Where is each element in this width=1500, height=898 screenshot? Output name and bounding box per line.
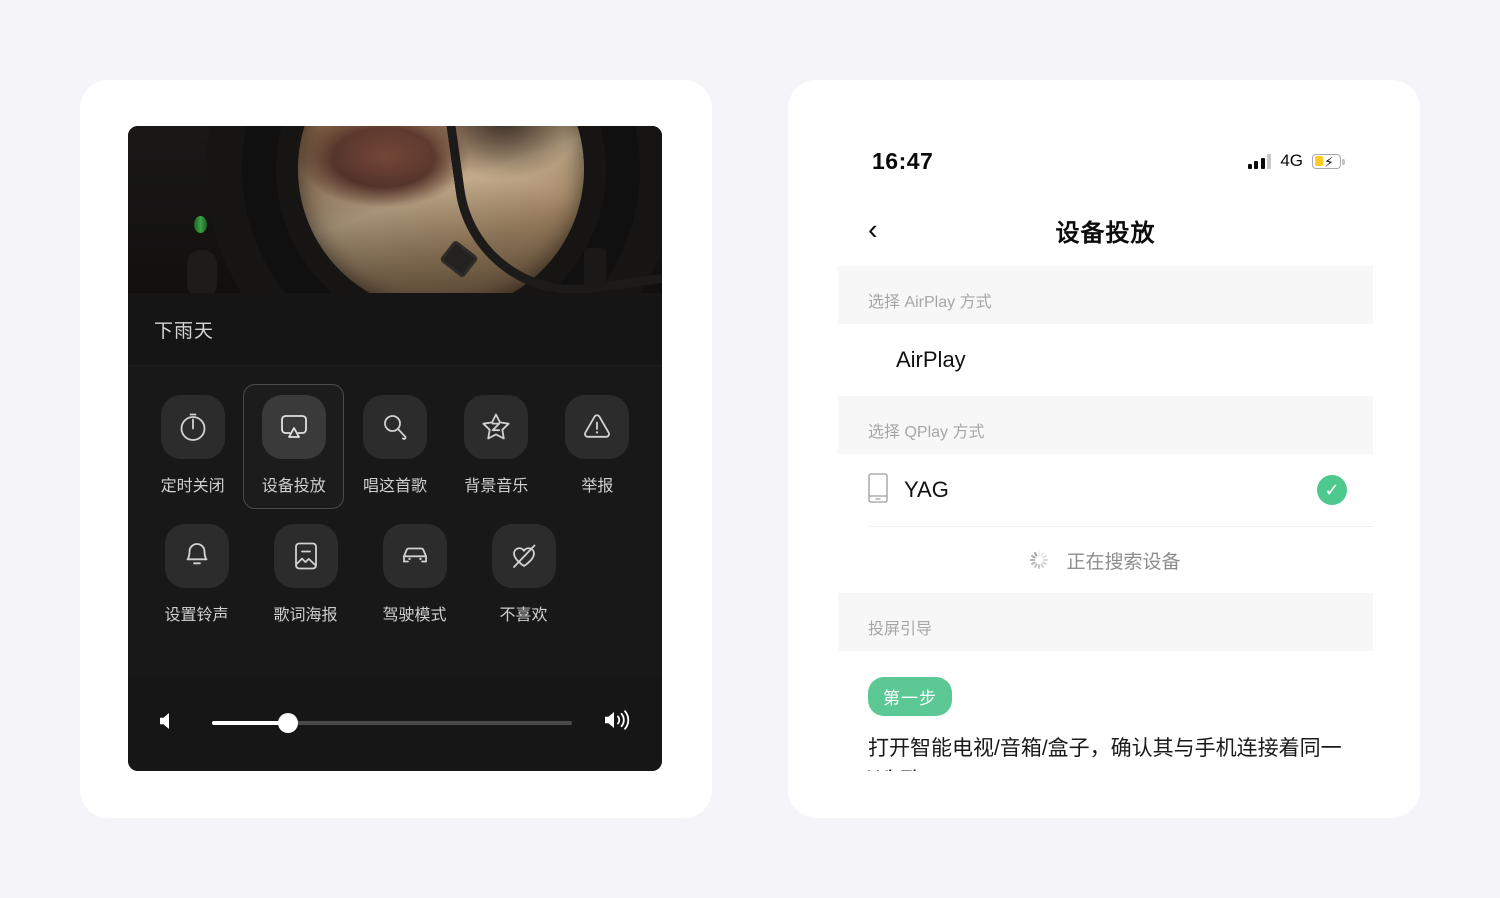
action-label: 唱这首歌 xyxy=(363,478,428,495)
action-row-2: 设置铃声 歌词海报 驾驶模式 不喜欢 xyxy=(142,513,648,638)
searching-status-row: 正在搜索设备 xyxy=(838,527,1373,593)
nav-bar: ‹ 设备投放 xyxy=(838,194,1373,266)
action-label: 设置铃声 xyxy=(164,607,229,624)
volume-fill xyxy=(212,721,288,725)
guide-block: 第一步 打开智能电视/音箱/盒子，确认其与手机连接着同一Wi-Fi xyxy=(838,651,1373,771)
microphone-icon xyxy=(363,395,427,459)
action-label: 背景音乐 xyxy=(464,478,529,495)
action-timer[interactable]: 定时关闭 xyxy=(142,384,243,509)
action-label: 举报 xyxy=(581,478,614,495)
status-time: 16:47 xyxy=(872,147,934,174)
lightning-bolt-icon: ⚡ xyxy=(1324,153,1334,170)
action-lyric-poster[interactable]: 歌词海报 xyxy=(251,513,360,638)
action-driving-mode[interactable]: 驾驶模式 xyxy=(360,513,469,638)
warning-icon xyxy=(565,395,630,459)
guide-section-header: 投屏引导 xyxy=(838,593,1373,651)
battery-charging-icon: ⚡ xyxy=(1312,153,1345,170)
list-item-yag[interactable]: YAG ✓ xyxy=(838,454,1373,526)
action-grid: 定时关闭 设备投放 唱这首歌 背景音乐 举报 设置铃声 歌词海报 驾驶模式 不喜… xyxy=(128,366,662,675)
qplay-list: YAG ✓ 正在搜索设备 xyxy=(838,454,1373,593)
chevron-left-icon[interactable]: ‹ xyxy=(868,215,878,245)
artwork-switch xyxy=(584,248,606,288)
airplay-list: AirPlay xyxy=(838,324,1373,396)
action-label: 驾驶模式 xyxy=(382,607,447,624)
yag-label: YAG xyxy=(904,477,949,502)
image-poster-icon xyxy=(273,524,338,588)
phone-device-icon xyxy=(868,472,888,508)
action-dislike[interactable]: 不喜欢 xyxy=(469,513,578,638)
yag-row-main: YAG xyxy=(868,472,1317,508)
airplay-row-main: AirPlay xyxy=(868,347,1347,373)
action-label: 不喜欢 xyxy=(499,607,548,624)
settings-list: 选择 AirPlay 方式 AirPlay 选择 QPlay 方式 YAG ✓ … xyxy=(838,266,1373,771)
action-label: 歌词海报 xyxy=(273,607,338,624)
action-sing-song[interactable]: 唱这首歌 xyxy=(344,384,445,509)
list-item-airplay[interactable]: AirPlay xyxy=(838,324,1373,396)
airplay-section-header: 选择 AirPlay 方式 xyxy=(838,266,1373,324)
airplay-label: AirPlay xyxy=(896,347,966,372)
qplay-section-header: 选择 QPlay 方式 xyxy=(838,396,1373,454)
action-report[interactable]: 举报 xyxy=(547,384,648,509)
star-z-icon xyxy=(464,395,529,459)
timer-icon xyxy=(160,395,225,459)
status-bar: 16:47 4G ⚡ xyxy=(838,128,1373,194)
action-set-ringtone[interactable]: 设置铃声 xyxy=(142,513,251,638)
volume-thumb[interactable] xyxy=(277,713,298,733)
action-label: 设备投放 xyxy=(261,478,326,495)
status-indicators: 4G ⚡ xyxy=(1247,151,1345,171)
song-title: 下雨天 xyxy=(154,320,215,342)
action-cast-device[interactable]: 设备投放 xyxy=(243,384,345,509)
bell-icon xyxy=(164,524,229,588)
check-circle-icon: ✓ xyxy=(1317,475,1347,505)
page-title: 设备投放 xyxy=(1055,219,1156,247)
volume-low-icon[interactable] xyxy=(156,708,182,739)
cast-device-icon xyxy=(261,395,326,459)
network-label: 4G xyxy=(1280,151,1303,170)
song-title-bar: 下雨天 xyxy=(128,293,662,366)
guide-text: 打开智能电视/音箱/盒子，确认其与手机连接着同一Wi-Fi xyxy=(868,737,1342,771)
heart-crossed-icon xyxy=(491,524,556,588)
signal-bars-icon xyxy=(1247,153,1272,169)
step-badge: 第一步 xyxy=(868,677,952,716)
cast-settings-card: 16:47 4G ⚡ ‹ 设备投放 选择 AirPlay 方式 AirPlay … xyxy=(788,80,1420,818)
action-label: 定时关闭 xyxy=(160,478,225,495)
volume-slider[interactable] xyxy=(212,713,572,733)
cast-settings-screen: 16:47 4G ⚡ ‹ 设备投放 选择 AirPlay 方式 AirPlay … xyxy=(838,128,1373,771)
player-sheet-card: 下雨天 定时关闭 设备投放 唱这首歌 背景音乐 举报 设置铃声 歌词海报 驾驶模… xyxy=(80,80,712,818)
volume-high-icon[interactable] xyxy=(602,707,634,740)
artwork-slot xyxy=(187,250,217,293)
volume-control-bar xyxy=(128,675,662,771)
action-row-1: 定时关闭 设备投放 唱这首歌 背景音乐 举报 xyxy=(142,384,648,509)
album-artwork xyxy=(128,126,662,293)
artwork-led-indicator xyxy=(194,216,207,233)
loading-spinner-icon xyxy=(1030,551,1049,569)
searching-text: 正在搜索设备 xyxy=(1066,551,1181,573)
player-action-sheet: 下雨天 定时关闭 设备投放 唱这首歌 背景音乐 举报 设置铃声 歌词海报 驾驶模… xyxy=(128,126,662,771)
battery-fill xyxy=(1314,156,1323,166)
action-background-music[interactable]: 背景音乐 xyxy=(446,384,547,509)
car-icon xyxy=(382,524,447,588)
